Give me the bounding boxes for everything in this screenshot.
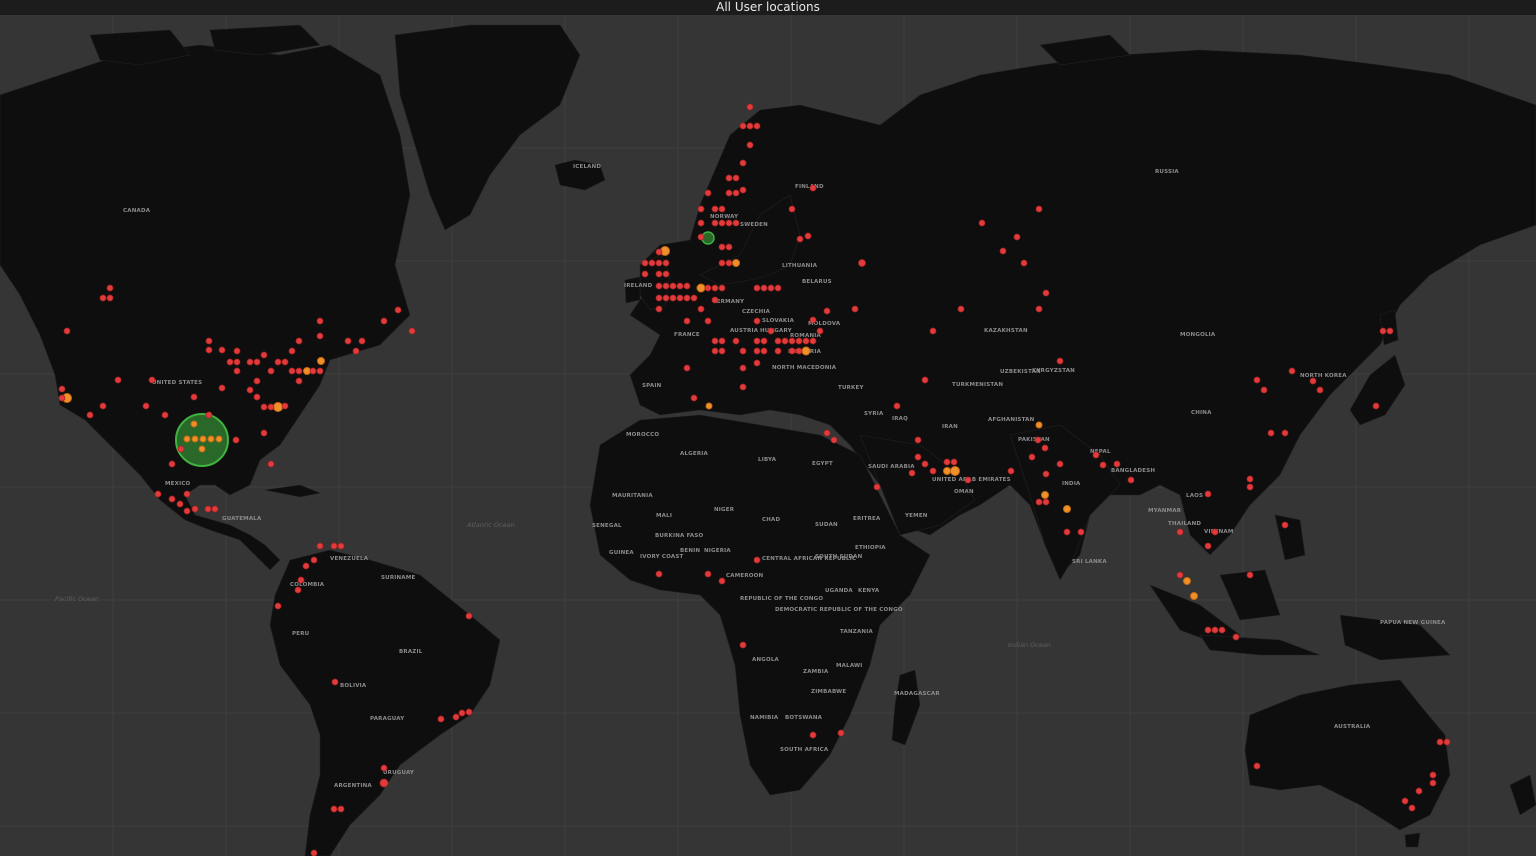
label-venezuela: VENEZUELA — [330, 556, 369, 562]
label-nigeria: NIGERIA — [704, 548, 731, 554]
label-indian-ocean: Indian Ocean — [1008, 641, 1051, 649]
label-ivory-coast: IVORY COAST — [640, 554, 683, 560]
label-malawi: MALAWI — [836, 663, 863, 669]
label-niger: NIGER — [714, 507, 735, 513]
label-brazil: BRAZIL — [399, 649, 423, 655]
label-saudi-arabia: SAUDI ARABIA — [868, 464, 915, 470]
label-chad: CHAD — [762, 517, 780, 523]
label-turkey: TURKEY — [838, 385, 864, 391]
label-russia: RUSSIA — [1155, 169, 1179, 175]
label-kazakhstan: KAZAKHSTAN — [984, 328, 1028, 334]
label-kyrgyzstan: KYRGYZSTAN — [1032, 368, 1075, 374]
label-china: CHINA — [1191, 410, 1212, 416]
label-afghanistan: AFGHANISTAN — [988, 417, 1035, 423]
label-india: INDIA — [1062, 481, 1081, 487]
label-finland: FINLAND — [795, 184, 824, 190]
label-peru: PERU — [292, 631, 309, 637]
label-czechia: CZECHIA — [742, 309, 771, 315]
label-benin: BENIN — [680, 548, 700, 554]
label-north-macedonia: NORTH MACEDONIA — [772, 365, 837, 371]
label-tanzania: TANZANIA — [840, 629, 873, 635]
label-sudan: SUDAN — [815, 522, 838, 528]
label-burkina-faso: BURKINA FASO — [655, 533, 704, 539]
label-argentina: ARGENTINA — [334, 783, 372, 789]
label-austria: AUSTRIA — [730, 328, 759, 334]
label-sweden: SWEDEN — [740, 222, 768, 228]
label-uganda: UGANDA — [825, 588, 853, 594]
label-australia: AUSTRALIA — [1334, 724, 1371, 730]
label-eritrea: ERITREA — [853, 516, 881, 522]
label-hungary: HUNGARY — [760, 328, 793, 334]
label-zambia: ZAMBIA — [803, 669, 829, 675]
label-morocco: MOROCCO — [626, 432, 659, 438]
label-drc: DEMOCRATIC REPUBLIC OF THE CONGO — [775, 607, 903, 613]
label-thailand: THAILAND — [1168, 521, 1201, 527]
world-map[interactable]: CANADA ICELAND FINLAND NORWAY SWEDEN RUS… — [0, 15, 1536, 856]
label-spain: SPAIN — [642, 383, 662, 389]
label-guatemala: GUATEMALA — [222, 516, 262, 522]
label-ireland: IRELAND — [624, 283, 653, 289]
label-mauritania: MAURITANIA — [612, 493, 653, 499]
label-vietnam: VIETNAM — [1204, 529, 1234, 535]
label-paraguay: PARAGUAY — [370, 716, 405, 722]
label-france: FRANCE — [674, 332, 700, 338]
label-atlantic-ocean: Atlantic Ocean — [466, 521, 515, 529]
label-norway: NORWAY — [710, 214, 739, 220]
label-car: CENTRAL AFRICAN REPUBLIC — [762, 556, 856, 562]
label-botswana: BOTSWANA — [785, 715, 823, 721]
label-mali: MALI — [656, 513, 672, 519]
label-mongolia: MONGOLIA — [1180, 332, 1216, 338]
label-suriname: SURINAME — [381, 575, 415, 581]
label-angola: ANGOLA — [752, 657, 780, 663]
label-cameroon: CAMEROON — [726, 573, 764, 579]
label-colombia: COLOMBIA — [290, 582, 325, 588]
label-laos: LAOS — [1186, 493, 1203, 499]
label-bolivia: BOLIVIA — [340, 683, 367, 689]
label-madagascar: MADAGASCAR — [894, 691, 940, 697]
label-myanmar: MYANMAR — [1148, 508, 1182, 514]
label-canada: CANADA — [123, 208, 151, 214]
label-algeria: ALGERIA — [680, 451, 709, 457]
label-pacific-ocean: Pacific Ocean — [55, 595, 99, 603]
label-slovakia: SLOVAKIA — [762, 318, 795, 324]
label-senegal: SENEGAL — [592, 523, 622, 529]
label-iran: IRAN — [942, 424, 958, 430]
label-syria: SYRIA — [864, 411, 884, 417]
label-oman: OMAN — [954, 489, 974, 495]
label-iceland: ICELAND — [573, 164, 601, 170]
label-united-states: UNITED STATES — [152, 380, 202, 386]
label-ethiopia: ETHIOPIA — [855, 545, 886, 551]
label-iraq: IRAQ — [892, 416, 908, 422]
land-masses — [0, 24, 1536, 856]
label-north-korea: NORTH KOREA — [1300, 373, 1347, 379]
label-guinea: GUINEA — [609, 550, 634, 556]
label-bangladesh: BANGLADESH — [1111, 468, 1155, 474]
label-sri-lanka: SRI LANKA — [1072, 559, 1107, 565]
label-lithuania: LITHUANIA — [782, 263, 818, 269]
label-south-africa: SOUTH AFRICA — [780, 747, 829, 753]
label-belarus: BELARUS — [802, 279, 832, 285]
label-egypt: EGYPT — [812, 461, 833, 467]
label-zimbabwe: ZIMBABWE — [811, 689, 846, 695]
label-pakistan: PAKISTAN — [1018, 437, 1050, 443]
label-kenya: KENYA — [858, 588, 880, 594]
label-rep-congo: REPUBLIC OF THE CONGO — [740, 596, 823, 602]
label-turkmenistan: TURKMENISTAN — [952, 382, 1003, 388]
label-libya: LIBYA — [758, 457, 777, 463]
label-uruguay: URUGUAY — [383, 770, 415, 776]
label-namibia: NAMIBIA — [750, 715, 779, 721]
panel-title: All User locations — [0, 0, 1536, 15]
label-yemen: YEMEN — [904, 513, 928, 519]
label-papua-new-guinea: PAPUA NEW GUINEA — [1380, 620, 1446, 626]
label-mexico: MEXICO — [165, 481, 191, 487]
